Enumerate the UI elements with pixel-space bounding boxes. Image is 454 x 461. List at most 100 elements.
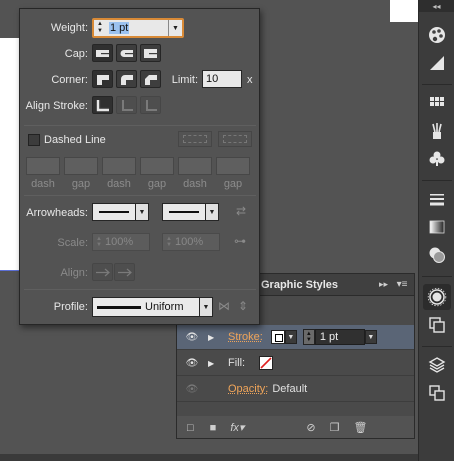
visibility-eye-icon[interactable]: 👁 — [185, 358, 199, 369]
weight-input[interactable]: 1 pt — [106, 20, 168, 36]
miter-join-button[interactable] — [92, 70, 113, 88]
align-outside-button[interactable] — [140, 96, 161, 114]
dash-label-2: dash — [107, 178, 131, 190]
dashed-line-checkbox[interactable] — [28, 134, 40, 146]
dash-field-1[interactable] — [26, 157, 60, 175]
add-effect-fx-icon[interactable]: fx▾ — [230, 421, 244, 434]
appearance-icon[interactable] — [423, 284, 451, 310]
duplicate-item-icon[interactable]: ❐ — [330, 421, 340, 434]
appearance-row-fill[interactable]: 👁 ▶ Fill: — [177, 351, 414, 376]
limit-unit: x — [247, 74, 253, 86]
weight-spinner[interactable]: ▲ ▼ — [94, 20, 106, 36]
end-arrowhead-select[interactable] — [162, 203, 206, 221]
place-arrow-button[interactable] — [114, 263, 135, 281]
gap-field-1[interactable] — [64, 157, 98, 175]
round-join-button[interactable] — [116, 70, 137, 88]
align-inside-button[interactable] — [116, 96, 137, 114]
scale-label: Scale: — [57, 237, 88, 249]
start-arrowhead-dropdown[interactable]: ▼ — [135, 203, 149, 221]
gap-field-3[interactable] — [216, 157, 250, 175]
bevel-join-button[interactable] — [140, 70, 161, 88]
swatches-icon[interactable] — [423, 90, 451, 116]
weight-label: Weight: — [50, 22, 88, 34]
arrow-align-buttons — [92, 263, 135, 281]
dash-field-3[interactable] — [178, 157, 212, 175]
profile-label: Profile: — [53, 301, 88, 313]
stroke-link[interactable]: Stroke: — [228, 331, 263, 343]
panel-menu-icon[interactable]: ▾≡ — [394, 279, 410, 291]
appearance-row-stroke[interactable]: 👁 ▶ Stroke: ▼ ▲ ▼ 1 pt ▼ — [177, 325, 414, 350]
collapse-dock-icon[interactable]: ◂◂ — [419, 0, 454, 12]
align-center-button[interactable] — [92, 96, 113, 114]
panel-dock-strip: ◂◂ — [418, 0, 454, 461]
gap-label-1: gap — [71, 178, 91, 190]
dash-label-3: dash — [183, 178, 207, 190]
corner-buttons — [92, 70, 161, 88]
artboards-icon[interactable] — [423, 380, 451, 406]
flip-along-icon[interactable]: ⋈ — [218, 299, 230, 313]
fill-none-swatch[interactable] — [259, 356, 274, 370]
end-scale-field[interactable]: ▲ ▼ 100% — [162, 233, 220, 251]
appearance-footer: □ ■ fx▾ ⊘ ❐ 🗑 — [177, 417, 414, 438]
start-arrowhead-select[interactable] — [92, 203, 136, 221]
add-stroke-icon[interactable]: □ — [187, 422, 194, 434]
profile-value: Uniform — [145, 301, 184, 313]
gap-label-2: gap — [147, 178, 167, 190]
dashed-line-label: Dashed Line — [44, 134, 106, 146]
stroke-weight-dropdown[interactable]: ▼ — [364, 330, 377, 344]
add-fill-icon[interactable]: ■ — [210, 422, 217, 434]
stroke-weight-spinner[interactable]: ▲ ▼ — [302, 329, 315, 345]
transparency-icon[interactable] — [423, 242, 451, 268]
end-scale-value: 100% — [175, 236, 204, 248]
butt-cap-button[interactable] — [92, 44, 113, 62]
start-scale-field[interactable]: ▲ ▼ 100% — [92, 233, 150, 251]
preserve-dash-icon[interactable] — [178, 131, 212, 147]
fill-label: Fill: — [228, 357, 246, 369]
opacity-link[interactable]: Opacity: — [228, 383, 268, 395]
delete-item-icon[interactable]: 🗑 — [353, 421, 367, 434]
swap-arrowheads-icon[interactable]: ⇄ — [236, 204, 246, 218]
align-arrow-label: Align: — [60, 267, 88, 279]
stroke-options-panel: Weight: ▲ ▼ 1 pt ▼ Cap: Corner: Limit: 10… — [19, 8, 260, 325]
gap-label-3: gap — [223, 178, 243, 190]
projecting-cap-button[interactable] — [140, 44, 161, 62]
artboard-corner — [390, 0, 420, 22]
gap-field-2[interactable] — [140, 157, 174, 175]
stroke-weight-field[interactable]: 1 pt — [314, 329, 365, 345]
graphic-styles-icon[interactable] — [423, 312, 451, 338]
extend-arrow-button[interactable] — [92, 263, 113, 281]
gradient-icon[interactable] — [423, 214, 451, 240]
profile-dropdown[interactable]: ▼ — [199, 297, 213, 317]
expand-triangle-icon[interactable]: ▶ — [208, 359, 218, 368]
miter-limit-field[interactable]: 10 — [202, 70, 242, 88]
expand-triangle-icon[interactable]: ▶ — [208, 333, 218, 342]
link-scale-icon[interactable]: ⊶ — [234, 234, 246, 248]
visibility-eye-icon[interactable]: 👁 — [185, 384, 199, 395]
appearance-row-opacity[interactable]: 👁 Opacity: Default — [177, 377, 414, 402]
end-arrowhead-dropdown[interactable]: ▼ — [205, 203, 219, 221]
flip-across-icon[interactable]: ⇕ — [238, 299, 248, 313]
width-profile-select[interactable]: Uniform — [92, 297, 200, 317]
stroke-color-swatch[interactable] — [270, 330, 285, 344]
visibility-eye-icon[interactable]: 👁 — [185, 332, 199, 343]
cap-buttons — [92, 44, 161, 62]
align-dash-corners-icon[interactable] — [218, 131, 252, 147]
corner-label: Corner: — [51, 74, 88, 86]
gradient-panel-icon[interactable] — [423, 50, 451, 76]
symbols-icon[interactable] — [423, 146, 451, 172]
align-stroke-buttons — [92, 96, 161, 114]
dash-field-2[interactable] — [102, 157, 136, 175]
limit-label: Limit: — [171, 74, 198, 86]
expand-panel-icon[interactable]: ▸▸ — [379, 279, 388, 290]
weight-dropdown-arrow[interactable]: ▼ — [168, 20, 182, 36]
weight-combobox[interactable]: ▲ ▼ 1 pt ▼ — [92, 18, 184, 38]
round-cap-button[interactable] — [116, 44, 137, 62]
brushes-icon[interactable] — [423, 118, 451, 144]
weight-value: 1 pt — [109, 22, 130, 34]
stroke-color-dropdown[interactable]: ▼ — [284, 330, 297, 344]
status-bar — [0, 454, 418, 461]
color-guide-icon[interactable] — [423, 22, 451, 48]
layers-icon[interactable] — [423, 352, 451, 378]
clear-appearance-icon[interactable]: ⊘ — [306, 421, 315, 434]
stroke-panel-icon[interactable] — [423, 186, 451, 212]
